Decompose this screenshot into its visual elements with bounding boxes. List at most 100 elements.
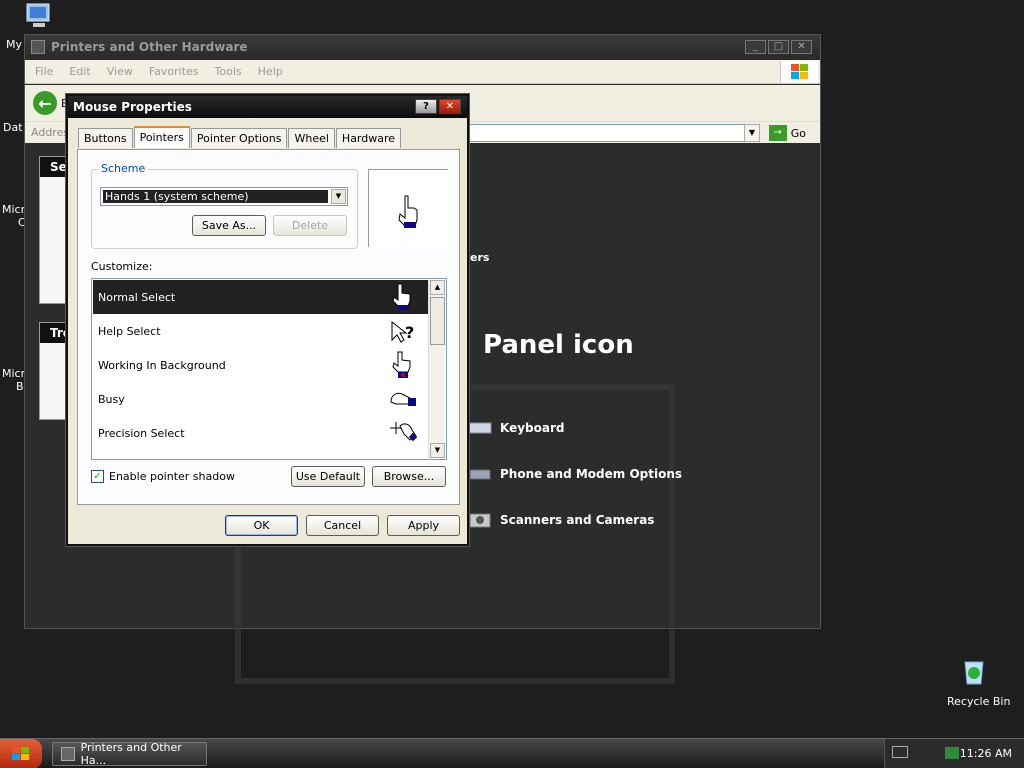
menu-tools[interactable]: Tools — [215, 65, 242, 78]
my-computer-icon[interactable] — [22, 2, 56, 34]
windows-flag-icon — [780, 61, 818, 83]
scheme-select[interactable]: Hands 1 (system scheme) ▼ — [100, 187, 348, 206]
tab-pointers[interactable]: Pointers — [133, 126, 190, 148]
list-item[interactable]: Normal Select — [93, 280, 428, 314]
taskbar-item-label: Printers and Other Ha... — [80, 741, 182, 767]
cp-item-keyboard[interactable]: Keyboard — [468, 418, 565, 438]
browse-button[interactable]: Browse... — [372, 466, 446, 487]
taskbar-item-printers[interactable]: Printers and Other Ha... — [52, 741, 207, 767]
svg-text:?: ? — [405, 323, 414, 342]
go-button[interactable]: → Go — [768, 125, 806, 141]
chevron-down-icon[interactable]: ▼ — [331, 189, 346, 204]
phone-icon — [468, 464, 492, 484]
menu-file[interactable]: File — [35, 65, 53, 78]
list-item[interactable]: Precision Select — [93, 416, 428, 450]
scroll-up-icon[interactable]: ▲ — [430, 280, 445, 295]
explorer-title: Printers and Other Hardware — [51, 40, 248, 54]
explorer-window-controls: _ □ ✕ — [745, 40, 812, 54]
scroll-thumb[interactable] — [430, 297, 445, 345]
dialog-title-buttons: ? ✕ — [415, 99, 461, 114]
checkmark-icon[interactable]: ✓ — [91, 470, 104, 483]
mouse-properties-dialog[interactable]: Mouse Properties ? ✕ Buttons Pointers Po… — [66, 94, 469, 546]
folder-icon — [61, 747, 75, 761]
micro-icon-label-3: Micr — [2, 367, 26, 380]
explorer-menubar: File Edit View Favorites Tools Help — [25, 60, 820, 84]
delete-button[interactable]: Delete — [273, 215, 347, 236]
address-dropdown-icon[interactable]: ▼ — [744, 124, 760, 142]
apply-button[interactable]: Apply — [387, 515, 460, 536]
tab-wheel[interactable]: Wheel — [288, 128, 335, 148]
cp-item-label: Phone and Modem Options — [500, 467, 683, 481]
close-icon[interactable]: ✕ — [791, 40, 812, 54]
cursor-list-scrollbar[interactable]: ▲ ▼ — [428, 280, 445, 458]
network-icon[interactable] — [945, 747, 959, 759]
go-arrow-icon: → — [768, 125, 787, 141]
scheme-legend: Scheme — [98, 162, 149, 175]
cp-item-phone-modem[interactable]: Phone and Modem Options — [468, 464, 682, 484]
section-title-partial: ers — [470, 251, 490, 264]
recycle-bin-label: Recycle Bin — [947, 695, 1011, 708]
pick-panel-icon-heading: Panel icon — [483, 330, 634, 360]
cp-item-label: Scanners and Cameras — [500, 513, 655, 527]
minimize-icon[interactable]: _ — [745, 40, 766, 54]
cursor-list[interactable]: Normal Select Help Select ? Working In B… — [91, 278, 447, 460]
cursor-name: Working In Background — [98, 358, 226, 372]
micro-icon-label: Micr — [2, 203, 26, 216]
cp-item-scanners-cameras[interactable]: Scanners and Cameras — [468, 510, 654, 530]
camera-icon — [468, 510, 492, 530]
taskbar: Printers and Other Ha... 11:26 AM — [0, 738, 1024, 768]
menu-edit[interactable]: Edit — [69, 65, 90, 78]
dialog-title[interactable]: Mouse Properties — [68, 96, 467, 118]
scroll-down-icon[interactable]: ▼ — [430, 443, 445, 458]
folder-icon — [31, 40, 45, 54]
cursor-name: Normal Select — [98, 290, 176, 304]
help-icon[interactable]: ? — [415, 99, 437, 114]
hand-pointer-icon — [398, 195, 418, 228]
menu-view[interactable]: View — [107, 65, 133, 78]
pointer-shadow-checkbox[interactable]: ✓ Enable pointer shadow — [91, 470, 235, 483]
keyboard-icon — [468, 418, 492, 438]
list-item[interactable]: Working In Background — [93, 348, 428, 382]
ok-button[interactable]: OK — [225, 515, 298, 536]
go-label: Go — [790, 126, 806, 140]
working-pointer-icon — [392, 351, 411, 378]
address-label: Address — [31, 126, 75, 139]
precision-pointer-icon — [390, 422, 418, 442]
dialog-tabs: Buttons Pointers Pointer Options Wheel H… — [78, 126, 402, 148]
start-button[interactable] — [0, 739, 42, 768]
customize-label: Customize: — [91, 260, 153, 273]
tab-hardware[interactable]: Hardware — [335, 128, 402, 148]
list-item[interactable]: Busy — [93, 382, 428, 416]
menu-favorites[interactable]: Favorites — [149, 65, 199, 78]
scheme-selected-value: Hands 1 (system scheme) — [103, 190, 328, 203]
save-as-button[interactable]: Save As... — [192, 215, 266, 236]
pointer-preview — [368, 169, 448, 247]
keyboard-layout-icon[interactable] — [892, 746, 908, 758]
use-default-button[interactable]: Use Default — [291, 466, 365, 487]
cancel-button[interactable]: Cancel — [306, 515, 379, 536]
cursor-name: Precision Select — [98, 426, 185, 440]
cursor-name: Busy — [98, 392, 125, 406]
hand-pointer-icon — [392, 283, 411, 310]
back-arrow-icon[interactable]: ← — [33, 91, 57, 115]
micro-icon-label-4: B — [16, 380, 24, 393]
tab-pointer-options[interactable]: Pointer Options — [190, 128, 288, 148]
clock[interactable]: 11:26 AM — [960, 747, 1012, 760]
data-icon-label: Dat — [3, 121, 23, 134]
pointers-tab-panel: Scheme Hands 1 (system scheme) ▼ Save As… — [77, 149, 460, 505]
help-pointer-icon: ? — [391, 320, 414, 343]
tab-buttons[interactable]: Buttons — [78, 128, 133, 148]
my-computer-label: My — [6, 38, 23, 51]
explorer-titlebar[interactable]: Printers and Other Hardware — [25, 35, 820, 59]
cursor-name: Help Select — [98, 324, 161, 338]
recycle-bin-icon[interactable] — [958, 656, 990, 688]
busy-pointer-icon — [390, 392, 416, 406]
close-icon[interactable]: ✕ — [439, 99, 461, 114]
maximize-icon[interactable]: □ — [768, 40, 789, 54]
address-input[interactable] — [465, 124, 760, 142]
scheme-groupbox — [91, 169, 358, 249]
cp-item-label: Keyboard — [500, 421, 565, 435]
windows-flag-icon — [12, 747, 29, 760]
list-item[interactable]: Help Select ? — [93, 314, 428, 348]
menu-help[interactable]: Help — [258, 65, 283, 78]
